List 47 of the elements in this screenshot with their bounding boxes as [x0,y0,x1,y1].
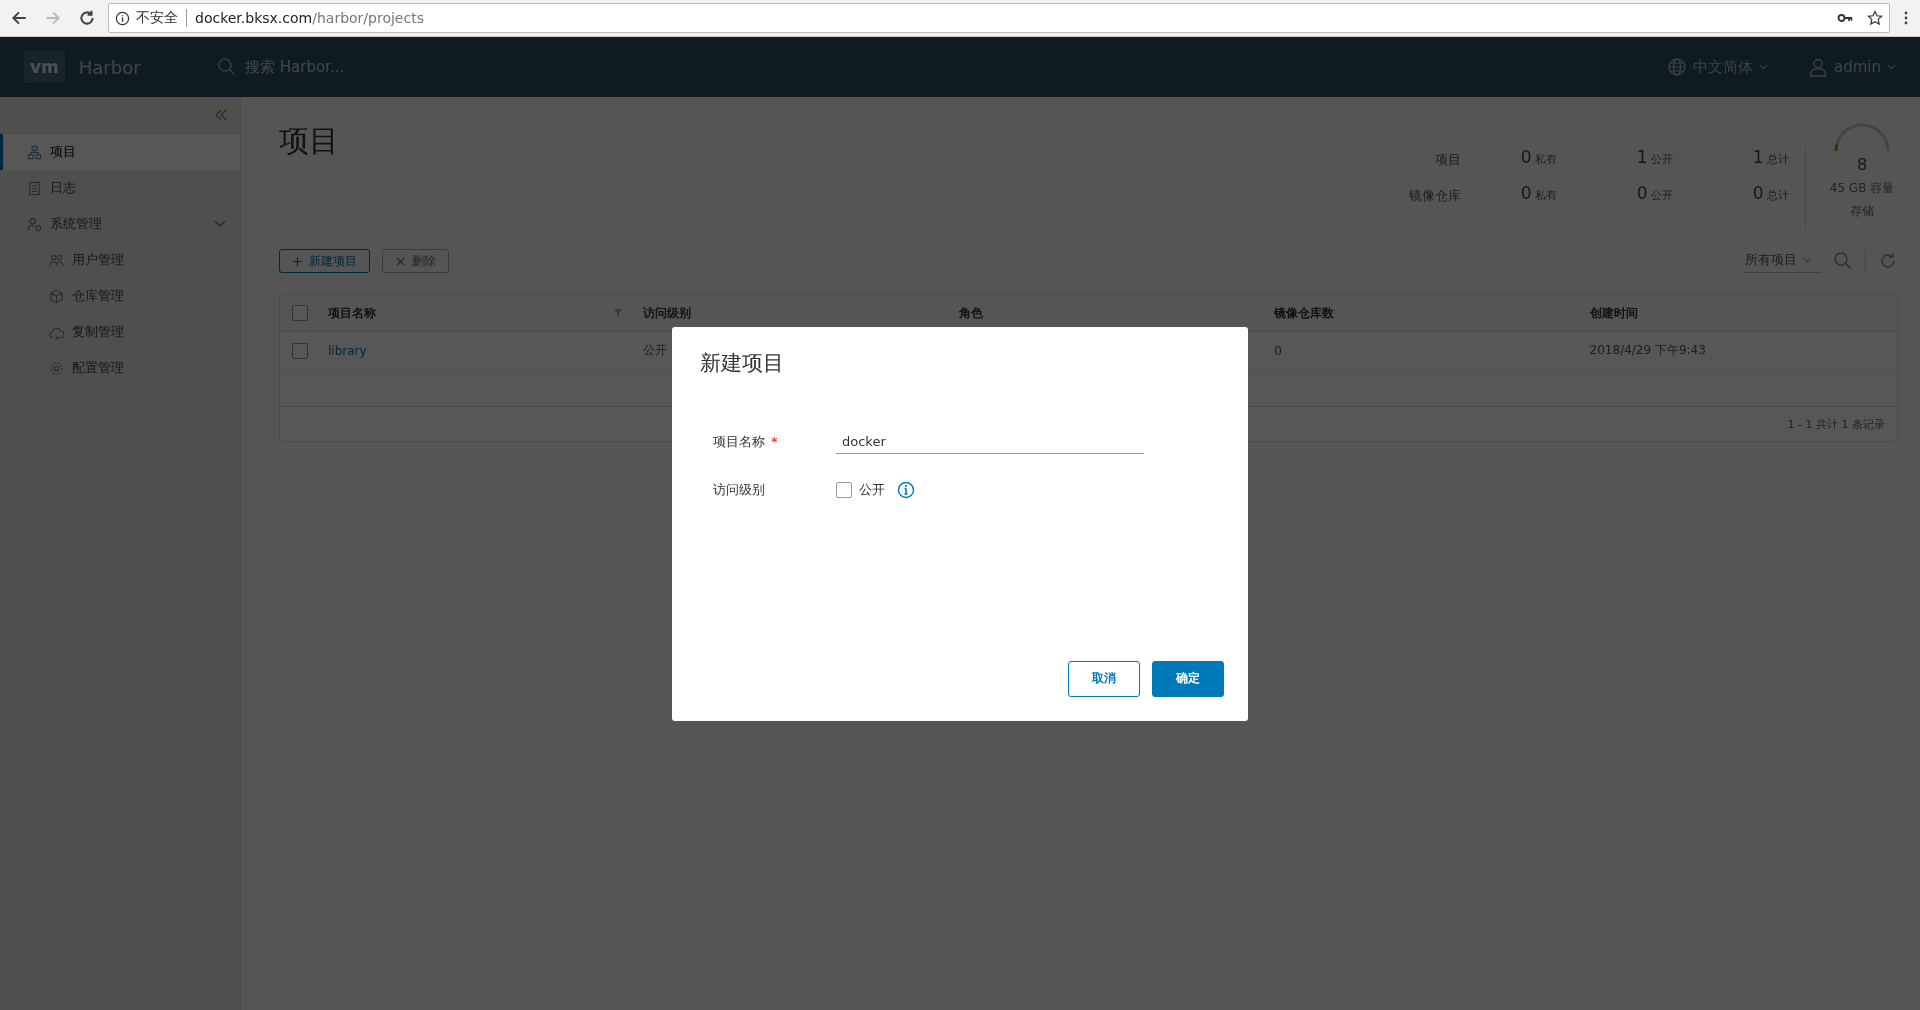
refresh-icon[interactable] [1878,251,1898,271]
projects-icon [27,144,42,160]
close-icon [395,255,406,267]
user-gear-icon [27,216,42,232]
public-checkbox[interactable] [836,481,852,498]
storage-count: 8 [1856,155,1868,174]
column-header[interactable]: 镜像仓库数 [1266,304,1582,322]
chevron-icon[interactable] [214,220,226,228]
user-icon [1808,57,1828,77]
star-icon[interactable] [1867,10,1883,26]
column-header[interactable]: 项目名称 [320,304,636,322]
ok-button[interactable]: 确定 [1152,660,1224,697]
back-icon[interactable] [10,9,28,27]
dialog-title: 新建项目 [700,349,785,377]
search-icon [217,57,237,77]
url-text: docker.bksx.com/harbor/projects [194,10,425,26]
column-header[interactable]: 创建时间 [1581,304,1897,322]
globe-icon [1667,57,1687,77]
collapse-icon[interactable] [214,108,228,122]
caret-icon [1887,64,1896,70]
field-label: 访问级别 [713,480,766,499]
plus-icon [292,255,303,267]
caret-icon [1759,64,1768,70]
page-title: 项目 [279,122,339,160]
search-icon[interactable] [1833,251,1853,271]
cancel-button[interactable]: 取消 [1068,660,1140,697]
filter-icon[interactable] [613,308,624,318]
document-icon [27,180,42,196]
new-project-button[interactable]: 新建项目 [279,249,370,273]
checkbox-label: 公开 [859,480,885,499]
info-icon[interactable] [115,10,130,26]
column-header[interactable]: 角色 [950,304,1267,322]
table-cell-text: 0 [1273,343,1283,358]
menu-icon[interactable] [1904,10,1908,26]
gear-icon [49,360,64,376]
select-all-checkbox[interactable] [292,305,308,321]
project-link[interactable]: library [328,343,367,358]
cube-icon [49,288,64,304]
caret-icon [1803,257,1812,263]
security-label: 不安全 [136,9,187,27]
sidebar-item[interactable]: 项目 [0,134,240,170]
reload-icon[interactable] [78,9,96,27]
column-header[interactable]: 访问级别 [635,304,951,322]
address-bar[interactable]: 不安全 docker.bksx.com/harbor/projects [108,3,1890,33]
field-label: 项目名称 * [713,432,779,451]
row-checkbox[interactable] [292,342,308,359]
users-icon [49,252,64,268]
